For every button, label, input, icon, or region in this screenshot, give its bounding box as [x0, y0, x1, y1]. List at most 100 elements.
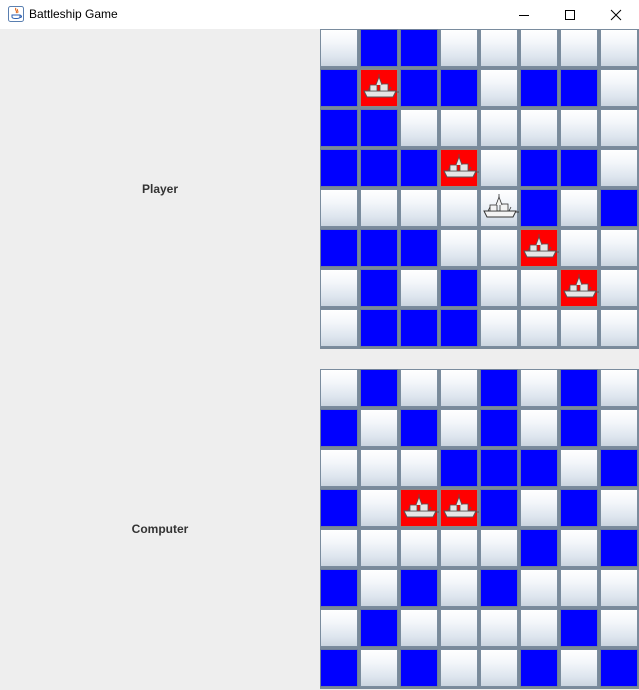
computer-cell-water[interactable]	[560, 409, 598, 447]
player-cell-water[interactable]	[520, 189, 558, 227]
player-cell-water[interactable]	[440, 69, 478, 107]
computer-cell-empty[interactable]	[360, 489, 398, 527]
computer-cell-empty[interactable]	[600, 489, 638, 527]
computer-cell-empty[interactable]	[440, 369, 478, 407]
player-cell-water[interactable]	[600, 189, 638, 227]
player-cell-water[interactable]	[360, 149, 398, 187]
player-cell-empty[interactable]	[600, 269, 638, 307]
player-cell-empty[interactable]	[400, 109, 438, 147]
player-cell-empty[interactable]	[400, 269, 438, 307]
player-cell-empty[interactable]	[600, 109, 638, 147]
computer-cell-empty[interactable]	[320, 369, 358, 407]
player-cell-water[interactable]	[560, 69, 598, 107]
computer-cell-hit-ship[interactable]	[440, 489, 479, 527]
player-cell-empty[interactable]	[480, 149, 518, 187]
computer-cell-water[interactable]	[520, 649, 558, 687]
computer-cell-empty[interactable]	[480, 649, 518, 687]
computer-cell-water[interactable]	[480, 409, 518, 447]
computer-cell-water[interactable]	[440, 449, 478, 487]
computer-cell-water[interactable]	[600, 449, 638, 487]
player-cell-water[interactable]	[520, 149, 558, 187]
player-cell-empty[interactable]	[480, 29, 518, 67]
computer-cell-water[interactable]	[600, 529, 638, 567]
player-cell-empty[interactable]	[600, 309, 638, 347]
computer-cell-empty[interactable]	[360, 409, 398, 447]
player-cell-empty[interactable]	[360, 189, 398, 227]
computer-cell-water[interactable]	[560, 489, 598, 527]
computer-cell-empty[interactable]	[560, 529, 598, 567]
player-cell-water[interactable]	[400, 69, 438, 107]
player-cell-empty[interactable]	[520, 269, 558, 307]
computer-cell-empty[interactable]	[520, 489, 558, 527]
computer-cell-empty[interactable]	[400, 369, 438, 407]
player-cell-water[interactable]	[400, 309, 438, 347]
computer-cell-water[interactable]	[400, 649, 438, 687]
player-cell-empty[interactable]	[440, 109, 478, 147]
computer-cell-water[interactable]	[560, 369, 598, 407]
maximize-button[interactable]	[547, 0, 593, 29]
player-cell-empty[interactable]	[560, 29, 598, 67]
computer-cell-empty[interactable]	[400, 609, 438, 647]
player-cell-empty[interactable]	[440, 29, 478, 67]
player-cell-water[interactable]	[400, 29, 438, 67]
computer-cell-water[interactable]	[320, 649, 358, 687]
computer-cell-water[interactable]	[320, 489, 358, 527]
computer-cell-empty[interactable]	[360, 649, 398, 687]
computer-cell-empty[interactable]	[520, 609, 558, 647]
computer-cell-empty[interactable]	[440, 649, 478, 687]
player-cell-empty[interactable]	[320, 29, 358, 67]
player-cell-empty[interactable]	[560, 229, 598, 267]
player-cell-water[interactable]	[560, 149, 598, 187]
player-cell-empty[interactable]	[480, 69, 518, 107]
computer-cell-water[interactable]	[600, 649, 638, 687]
player-cell-water[interactable]	[360, 29, 398, 67]
player-cell-empty[interactable]	[440, 229, 478, 267]
player-cell-water[interactable]	[360, 109, 398, 147]
player-cell-empty[interactable]	[600, 29, 638, 67]
computer-cell-empty[interactable]	[480, 609, 518, 647]
computer-cell-empty[interactable]	[600, 409, 638, 447]
player-cell-water[interactable]	[440, 269, 478, 307]
computer-cell-empty[interactable]	[320, 529, 358, 567]
player-cell-water[interactable]	[360, 229, 398, 267]
computer-cell-empty[interactable]	[440, 529, 478, 567]
player-cell-empty[interactable]	[560, 309, 598, 347]
computer-cell-empty[interactable]	[600, 369, 638, 407]
computer-cell-empty[interactable]	[320, 449, 358, 487]
player-cell-water[interactable]	[360, 269, 398, 307]
computer-cell-empty[interactable]	[520, 409, 558, 447]
close-button[interactable]	[593, 0, 639, 29]
player-cell-empty[interactable]	[520, 109, 558, 147]
player-cell-ship[interactable]	[480, 189, 519, 227]
computer-cell-empty[interactable]	[320, 609, 358, 647]
computer-cell-empty[interactable]	[600, 569, 638, 607]
player-cell-water[interactable]	[520, 69, 558, 107]
player-cell-water[interactable]	[440, 309, 478, 347]
computer-cell-water[interactable]	[480, 369, 518, 407]
player-cell-empty[interactable]	[480, 229, 518, 267]
computer-cell-empty[interactable]	[440, 609, 478, 647]
player-cell-empty[interactable]	[320, 269, 358, 307]
computer-cell-empty[interactable]	[520, 369, 558, 407]
computer-cell-water[interactable]	[480, 449, 518, 487]
player-cell-water[interactable]	[320, 69, 358, 107]
player-cell-water[interactable]	[400, 229, 438, 267]
computer-cell-water[interactable]	[520, 529, 558, 567]
player-cell-empty[interactable]	[480, 269, 518, 307]
player-cell-empty[interactable]	[600, 229, 638, 267]
player-cell-empty[interactable]	[560, 109, 598, 147]
computer-cell-water[interactable]	[320, 409, 358, 447]
player-cell-empty[interactable]	[560, 189, 598, 227]
computer-cell-water[interactable]	[520, 449, 558, 487]
computer-cell-empty[interactable]	[560, 449, 598, 487]
player-cell-water[interactable]	[360, 309, 398, 347]
player-cell-empty[interactable]	[520, 309, 558, 347]
player-cell-water[interactable]	[320, 229, 358, 267]
player-cell-empty[interactable]	[440, 189, 478, 227]
computer-cell-water[interactable]	[480, 489, 518, 527]
player-cell-hit-ship[interactable]	[440, 149, 479, 187]
player-cell-water[interactable]	[320, 149, 358, 187]
computer-cell-water[interactable]	[360, 609, 398, 647]
player-cell-empty[interactable]	[400, 189, 438, 227]
computer-cell-empty[interactable]	[520, 569, 558, 607]
